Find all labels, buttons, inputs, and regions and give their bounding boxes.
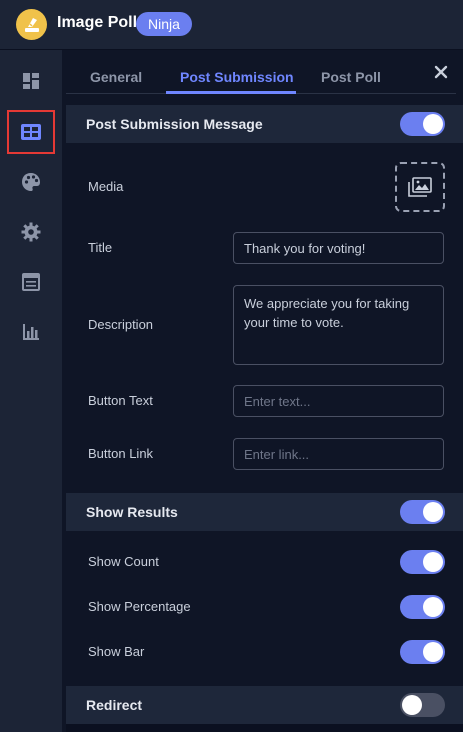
button-text-label: Button Text: [88, 393, 153, 408]
button-text-input[interactable]: [233, 385, 444, 417]
active-tab-indicator: [166, 91, 296, 94]
description-label: Description: [88, 317, 154, 332]
sidebar-item-form[interactable]: [7, 260, 55, 304]
app-logo-icon: [16, 9, 47, 40]
image-gallery-icon: [408, 177, 432, 197]
description-textarea[interactable]: We appreciate you for taking your time t…: [233, 285, 444, 365]
media-upload-button[interactable]: [395, 162, 445, 212]
tab-post-submission[interactable]: Post Submission: [180, 69, 294, 85]
close-icon: [434, 65, 448, 79]
post-submission-toggle[interactable]: [400, 112, 445, 136]
form-icon: [22, 273, 40, 291]
show-bar-label: Show Bar: [88, 644, 145, 659]
sidebar-item-appearance[interactable]: [7, 160, 55, 204]
post-submission-section-header: Post Submission Message: [66, 105, 463, 143]
settings-panel: General Post Submission Post Poll Post S…: [66, 50, 463, 732]
redirect-toggle[interactable]: [400, 693, 445, 717]
section-label: Show Results: [86, 504, 178, 520]
show-count-label: Show Count: [88, 554, 159, 569]
tab-post-poll[interactable]: Post Poll: [321, 69, 381, 85]
show-percentage-label: Show Percentage: [88, 599, 191, 614]
button-link-label: Button Link: [88, 446, 154, 461]
show-results-toggle[interactable]: [400, 500, 445, 524]
show-count-toggle[interactable]: [400, 550, 445, 574]
tab-general[interactable]: General: [90, 69, 142, 85]
title-input[interactable]: [233, 232, 444, 264]
tab-bar: General Post Submission Post Poll: [66, 50, 463, 94]
show-results-section-header: Show Results: [66, 493, 463, 531]
palette-icon: [22, 173, 40, 191]
show-bar-toggle[interactable]: [400, 640, 445, 664]
section-label: Post Submission Message: [86, 116, 263, 132]
sidebar-item-reports[interactable]: [7, 310, 55, 354]
bar-chart-icon: [23, 324, 39, 340]
app-title: Image Poll: [57, 14, 138, 31]
sidebar-item-layout[interactable]: [7, 110, 55, 154]
dashboard-icon: [23, 73, 39, 89]
title-label: Title: [88, 240, 113, 255]
sidebar: [0, 50, 62, 732]
gear-icon: [21, 222, 41, 242]
media-label: Media: [88, 179, 124, 194]
sidebar-item-settings[interactable]: [7, 210, 55, 254]
app-header: Image Poll Ninja: [0, 0, 463, 50]
redirect-section-header: Redirect: [66, 686, 463, 724]
button-link-input[interactable]: [233, 438, 444, 470]
sidebar-item-dashboard[interactable]: [7, 59, 55, 103]
close-button[interactable]: [432, 64, 450, 82]
plan-badge: Ninja: [136, 12, 192, 36]
layout-icon: [21, 124, 41, 140]
section-label: Redirect: [86, 697, 143, 713]
panel-footer-strip: [66, 724, 463, 732]
show-percentage-toggle[interactable]: [400, 595, 445, 619]
